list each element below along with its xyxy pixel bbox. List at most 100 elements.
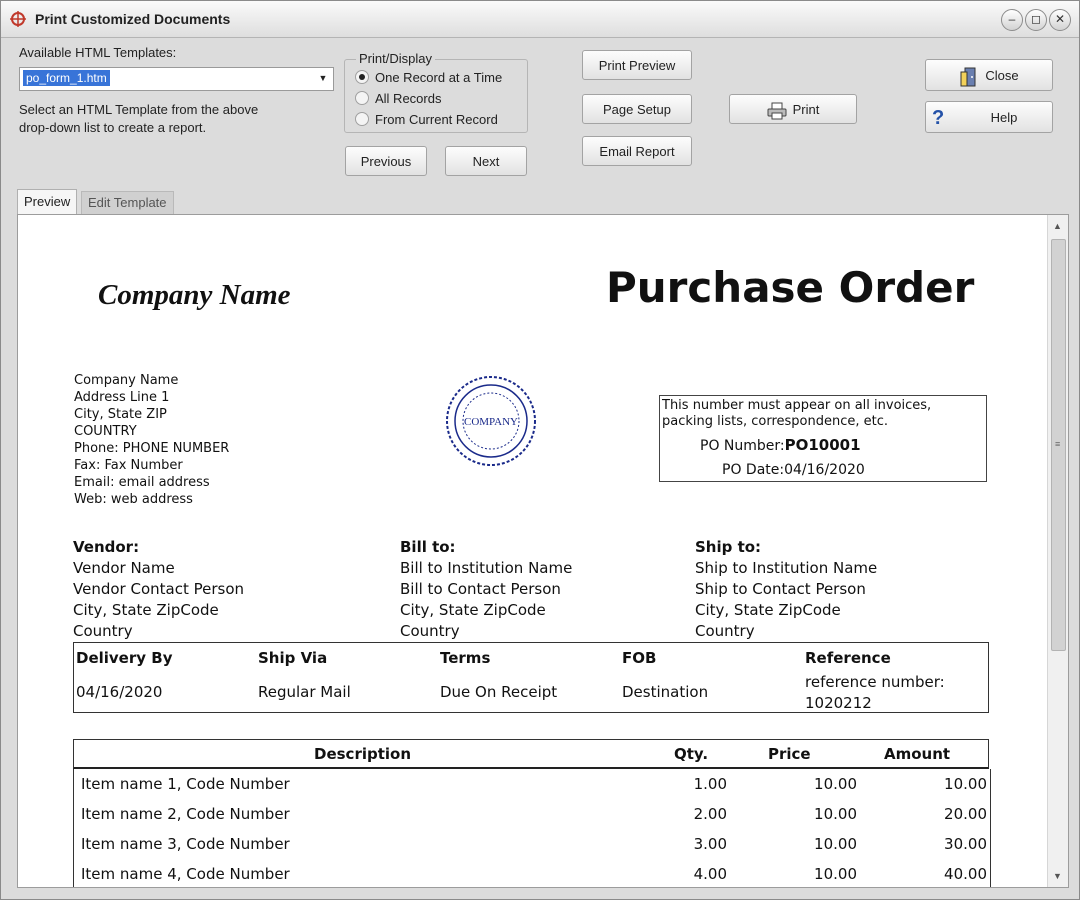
items-header-qty: Qty. (674, 745, 709, 763)
document-title: Purchase Order (606, 263, 975, 312)
item-amount: 40.00 (944, 865, 987, 883)
item-amount: 10.00 (944, 775, 987, 793)
po-info-box: This number must appear on all invoices,… (659, 395, 987, 482)
table-row: Item name 4, Code Number 4.00 10.00 40.0… (74, 859, 990, 887)
scrollbar-grip-icon: ≡ (1055, 439, 1061, 449)
template-hint-line-1: Select an HTML Template from the above (19, 102, 259, 117)
email-report-button[interactable]: Email Report (582, 136, 692, 166)
radio-from-current-label: From Current Record (375, 112, 498, 127)
terms-value: 04/16/2020 (76, 683, 163, 701)
app-icon (10, 11, 26, 27)
item-price: 10.00 (814, 805, 857, 823)
address-line: City, State ZIP (74, 407, 167, 422)
tab-edit-template[interactable]: Edit Template (81, 191, 174, 214)
close-window-button[interactable]: ✕ (1049, 9, 1071, 31)
terms-header: Delivery By (76, 649, 173, 667)
item-qty: 1.00 (693, 775, 727, 793)
bill-to-line: Bill to Contact Person (400, 580, 561, 598)
template-dropdown[interactable]: po_form_1.htm ▼ (19, 67, 334, 91)
ship-to-line: Ship to Institution Name (695, 559, 878, 577)
address-line: Company Name (74, 373, 179, 388)
bill-to-title: Bill to: (400, 538, 456, 556)
maximize-button[interactable]: ◻ (1025, 9, 1047, 31)
po-note: This number must appear on all invoices,… (662, 398, 932, 429)
purchase-order-document: Company Name Purchase Order Company Name… (18, 215, 1048, 887)
po-date-line: PO Date:04/16/2020 (722, 462, 865, 478)
help-button-label: Help (990, 110, 1018, 125)
help-button[interactable]: ? Help (925, 101, 1053, 133)
table-row: Item name 1, Code Number 1.00 10.00 10.0… (74, 769, 990, 799)
address-line: Address Line 1 (74, 390, 170, 405)
item-amount: 30.00 (944, 835, 987, 853)
item-description: Item name 2, Code Number (81, 805, 290, 823)
vendor-block: Vendor: Vendor Name Vendor Contact Perso… (73, 537, 244, 642)
scroll-down-arrow-icon[interactable]: ▼ (1053, 871, 1062, 881)
company-seal: COMPANY (446, 376, 536, 466)
company-address-block: Company Name Address Line 1 City, State … (74, 372, 229, 508)
item-qty: 2.00 (693, 805, 727, 823)
radio-from-current[interactable]: From Current Record (355, 112, 498, 127)
page-setup-button[interactable]: Page Setup (582, 94, 692, 124)
ship-to-block: Ship to: Ship to Institution Name Ship t… (695, 537, 877, 642)
ship-to-title: Ship to: (695, 538, 762, 556)
company-name-heading: Company Name (98, 279, 291, 311)
item-description: Item name 3, Code Number (81, 835, 290, 853)
bill-to-line: City, State ZipCode (400, 601, 546, 619)
vertical-scrollbar[interactable]: ▲ ≡ ▼ (1047, 215, 1068, 887)
print-button-label: Print (792, 102, 820, 117)
po-date-label: PO Date: (722, 462, 785, 478)
items-header-price: Price (768, 745, 811, 763)
item-description: Item name 4, Code Number (81, 865, 290, 883)
vendor-line: Vendor Name (73, 559, 175, 577)
seal-text: COMPANY (464, 416, 518, 428)
address-line: Web: web address (74, 492, 193, 507)
bill-to-line: Country (400, 622, 460, 640)
address-line: Email: email address (74, 475, 210, 490)
po-date-value: 04/16/2020 (784, 462, 865, 478)
preview-pane: Company Name Purchase Order Company Name… (17, 214, 1069, 888)
item-qty: 4.00 (693, 865, 727, 883)
terms-header: Reference (805, 649, 891, 667)
tab-preview[interactable]: Preview (17, 189, 78, 214)
address-line: COUNTRY (74, 424, 137, 439)
title-bar: Print Customized Documents – ◻ ✕ (1, 1, 1079, 38)
previous-button[interactable]: Previous (345, 146, 427, 176)
printer-icon (767, 102, 787, 120)
item-price: 10.00 (814, 835, 857, 853)
window-title: Print Customized Documents (35, 11, 231, 27)
close-button[interactable]: Close (925, 59, 1053, 91)
table-row: Item name 3, Code Number 3.00 10.00 30.0… (74, 829, 990, 859)
template-hint-line-2: drop-down list to create a report. (19, 120, 207, 135)
template-dropdown-value: po_form_1.htm (23, 70, 110, 86)
print-button[interactable]: Print (729, 94, 857, 124)
ship-to-line: Ship to Contact Person (695, 580, 866, 598)
next-button[interactable]: Next (445, 146, 527, 176)
po-number-line: PO Number:PO10001 (700, 436, 861, 454)
items-header-description: Description (314, 745, 412, 763)
address-line: Phone: PHONE NUMBER (74, 441, 230, 456)
close-button-label: Close (985, 68, 1019, 83)
radio-all-records[interactable]: All Records (355, 91, 441, 106)
print-display-label: Print/Display (356, 51, 435, 66)
item-amount: 20.00 (944, 805, 987, 823)
help-icon: ? (932, 107, 945, 129)
ship-to-line: City, State ZipCode (695, 601, 841, 619)
radio-one-record-label: One Record at a Time (375, 70, 503, 85)
terms-table: Delivery By Ship Via Terms FOB Reference… (73, 642, 989, 713)
item-description: Item name 1, Code Number (81, 775, 290, 793)
vendor-line: City, State ZipCode (73, 601, 219, 619)
radio-one-record[interactable]: One Record at a Time (355, 70, 502, 85)
print-customized-documents-window: Print Customized Documents – ◻ ✕ Availab… (0, 0, 1080, 900)
templates-label: Available HTML Templates: (19, 45, 177, 60)
minimize-button[interactable]: – (1001, 9, 1023, 31)
chevron-down-icon[interactable]: ▼ (315, 70, 331, 86)
ship-to-line: Country (695, 622, 755, 640)
scroll-up-arrow-icon[interactable]: ▲ (1053, 221, 1062, 231)
terms-value: reference number: (805, 673, 945, 691)
print-preview-button[interactable]: Print Preview (582, 50, 692, 80)
terms-value: Regular Mail (258, 683, 351, 701)
po-number-label: PO Number: (700, 438, 785, 454)
items-table-header: Description Qty. Price Amount (73, 739, 989, 769)
terms-header: Terms (440, 649, 491, 667)
vendor-title: Vendor: (73, 538, 140, 556)
